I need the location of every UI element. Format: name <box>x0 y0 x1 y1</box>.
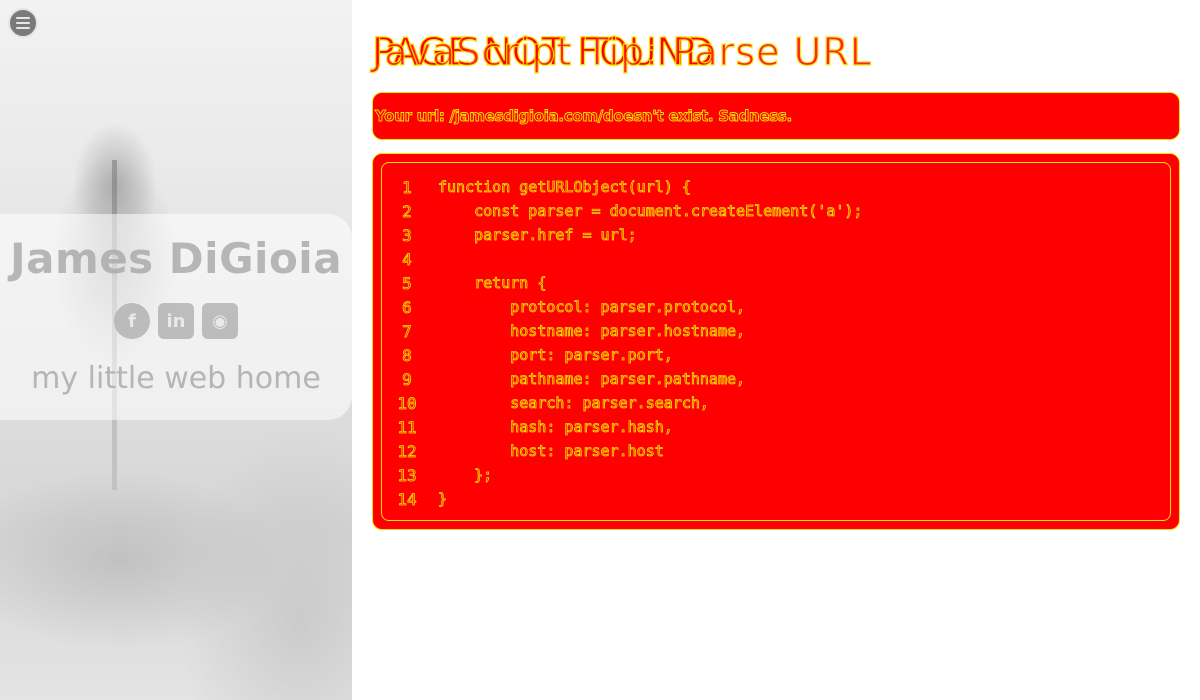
line-number: 6 <box>402 297 412 317</box>
code-text: } <box>438 490 448 509</box>
code-text: pathname: parser.pathname, <box>438 370 746 389</box>
main-content: PAGE NOT FOUND JavaScript Tip: Parse URL… <box>371 0 1180 530</box>
code-block: 1 function getURLObject(url) { 2 const par… <box>372 153 1180 530</box>
line-number: 1 <box>402 177 412 197</box>
code-text: port: parser.port, <box>438 346 673 365</box>
title-area: PAGE NOT FOUND JavaScript Tip: Parse URL <box>371 0 1180 92</box>
hamburger-menu-icon[interactable] <box>8 8 38 38</box>
line-number: 10 <box>397 393 417 413</box>
code-line: 5 return { <box>382 271 1170 295</box>
post-title: JavaScript Tip: Parse URL <box>371 29 872 74</box>
line-number: 8 <box>402 345 412 365</box>
code-line: 12 host: parser.host <box>382 439 1170 463</box>
code-text: hash: parser.hash, <box>438 418 673 437</box>
linkedin-icon[interactable]: in <box>158 303 194 339</box>
line-number: 11 <box>397 417 417 437</box>
profile-card: James DiGioia f in ◉ my little web home <box>0 214 352 420</box>
line-number: 5 <box>402 273 412 293</box>
menu-bar <box>16 27 30 29</box>
line-number: 3 <box>402 225 412 245</box>
code-line: 13 }; <box>382 463 1170 487</box>
error-message: Your url: /jamesdigioia.com/doesn't exis… <box>375 107 793 126</box>
github-icon[interactable]: ◉ <box>202 303 238 339</box>
code-text: host: parser.host <box>438 442 664 461</box>
code-frame: 1 function getURLObject(url) { 2 const par… <box>381 162 1171 521</box>
code-line: 7 hostname: parser.hostname, <box>382 319 1170 343</box>
menu-bar <box>16 22 30 24</box>
site-tagline: my little web home <box>31 361 321 396</box>
code-line: 8 port: parser.port, <box>382 343 1170 367</box>
code-line: 2 const parser = document.createElement(… <box>382 199 1170 223</box>
code-line: 10 search: parser.search, <box>382 391 1170 415</box>
line-number: 2 <box>402 201 412 221</box>
code-line: 9 pathname: parser.pathname, <box>382 367 1170 391</box>
code-text: }; <box>438 466 493 485</box>
code-text: parser.href = url; <box>438 226 637 245</box>
line-number: 4 <box>402 249 412 269</box>
code-line: 3 parser.href = url; <box>382 223 1170 247</box>
line-number: 13 <box>397 465 417 485</box>
code-text: const parser = document.createElement('a… <box>438 202 863 221</box>
site-author-name[interactable]: James DiGioia <box>10 234 342 283</box>
error-banner: Your url: /jamesdigioia.com/doesn't exis… <box>372 92 1180 140</box>
code-text: function getURLObject(url) { <box>438 178 692 197</box>
code-text: search: parser.search, <box>438 394 710 413</box>
line-number: 12 <box>397 441 417 461</box>
code-line: 4 <box>382 247 1170 271</box>
code-line: 11 hash: parser.hash, <box>382 415 1170 439</box>
code-line: 6 protocol: parser.protocol, <box>382 295 1170 319</box>
code-text: hostname: parser.hostname, <box>438 322 746 341</box>
menu-bar <box>16 17 30 19</box>
line-number: 9 <box>402 369 412 389</box>
sidebar: James DiGioia f in ◉ my little web home <box>0 0 352 700</box>
code-text: return { <box>438 274 547 293</box>
code-line: 1 function getURLObject(url) { <box>382 175 1170 199</box>
code-text: protocol: parser.protocol, <box>438 298 746 317</box>
line-number: 14 <box>397 489 417 509</box>
facebook-icon[interactable]: f <box>114 303 150 339</box>
code-line: 14} <box>382 487 1170 511</box>
social-links: f in ◉ <box>114 303 238 339</box>
line-number: 7 <box>402 321 412 341</box>
